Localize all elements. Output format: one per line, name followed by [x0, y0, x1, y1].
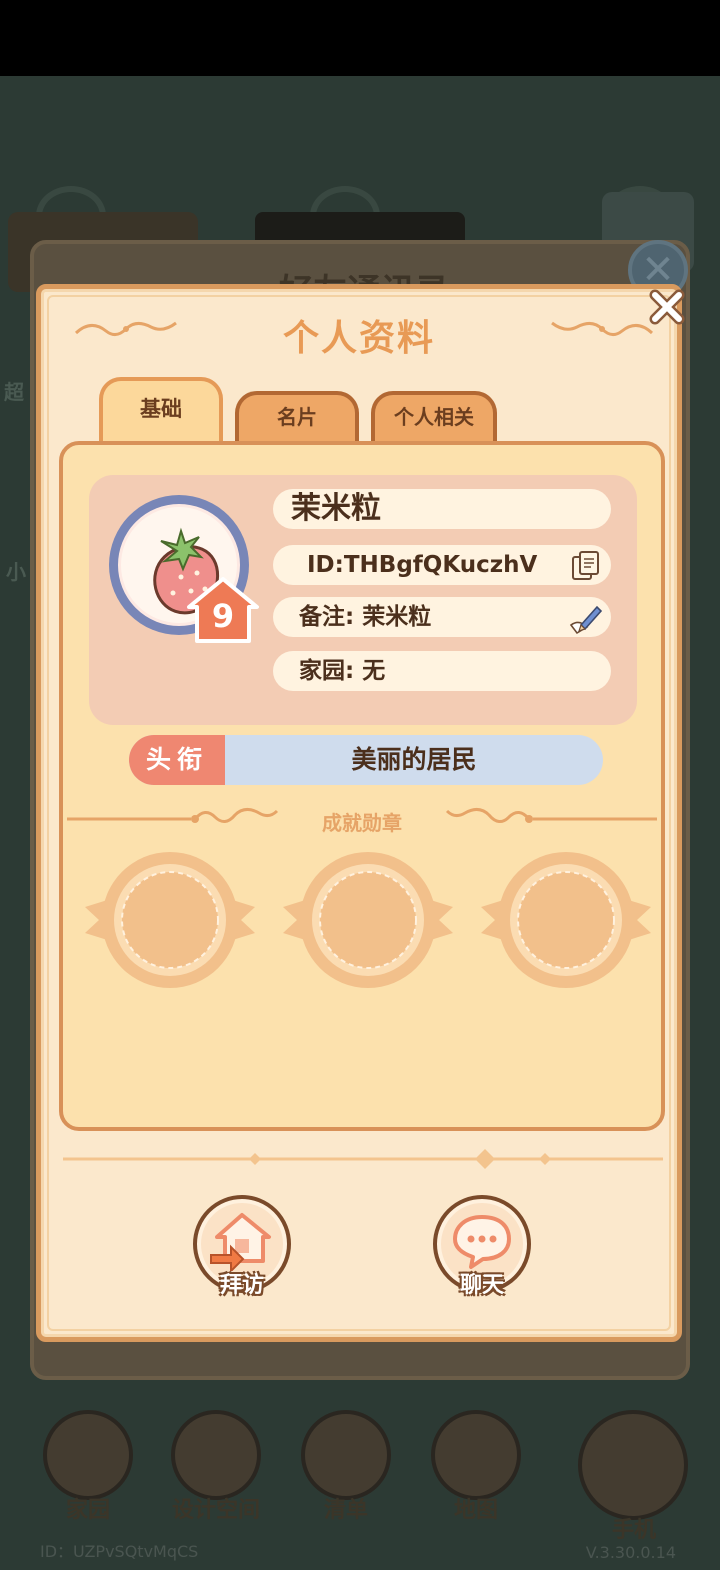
badge-slot-icon — [85, 852, 255, 988]
player-id: ID:THBgfQKuczhV — [307, 552, 538, 578]
phone-icon — [578, 1410, 688, 1520]
background-side-label: 超 — [4, 380, 24, 404]
tab-basic[interactable]: 基础 — [99, 377, 223, 443]
player-title-bar: 头衔 美丽的居民 — [129, 735, 603, 785]
player-name: 茉米粒 — [273, 489, 611, 529]
achievements-header: 成就勋章 — [63, 801, 661, 841]
background-nav-label: 手机 — [611, 1518, 656, 1543]
badge-slot-icon — [481, 852, 651, 988]
title-label: 头衔 — [129, 735, 225, 785]
title-flourish-icon — [551, 321, 654, 336]
profile-content-panel: 9 茉米粒 ID:THBgfQKuczhV 备注: 茉米粒 家园: 无 头衔 美… — [59, 441, 665, 1131]
background-version: V.3.30.0.14 — [585, 1543, 676, 1562]
chat-bubble-icon — [453, 1215, 511, 1269]
profile-box: 9 茉米粒 ID:THBgfQKuczhV 备注: 茉米粒 家园: 无 — [89, 475, 637, 725]
visit-label: 拜访 — [219, 1273, 264, 1298]
background-nav-item: 地图 — [428, 1410, 524, 1524]
home-icon — [43, 1410, 133, 1500]
background-nav-item: 清单 — [298, 1410, 394, 1524]
map-icon — [431, 1410, 521, 1500]
background-nav-label: 设计空间 — [171, 1498, 260, 1523]
avatar[interactable]: 9 — [109, 495, 259, 643]
level-badge: 9 — [185, 575, 261, 645]
tab-card[interactable]: 名片 — [235, 391, 359, 443]
achievement-badge-slot[interactable] — [283, 845, 453, 995]
visit-home-icon — [210, 1213, 271, 1271]
status-bar — [0, 0, 720, 76]
background-nav-item: 设计空间 — [168, 1410, 264, 1524]
edit-pencil-icon[interactable] — [569, 601, 603, 635]
home-row: 家园: 无 — [273, 651, 611, 691]
achievement-badge-slot[interactable] — [481, 845, 651, 995]
background-nav-item: 手机 — [578, 1410, 688, 1544]
background-nav-label: 地图 — [453, 1498, 498, 1523]
badge-slot-icon — [283, 852, 453, 988]
close-icon[interactable] — [645, 285, 689, 329]
remark-row: 备注: 茉米粒 — [273, 597, 611, 637]
design-icon — [171, 1410, 261, 1500]
profile-dialog: 个人资料 基础 名片 个人相关 9 茉米粒 ID:THBgfQKuczhV 备注… — [36, 284, 685, 1342]
chat-button[interactable]: 聊天 — [433, 1195, 531, 1298]
title-value: 美丽的居民 — [351, 745, 477, 774]
tab-personal[interactable]: 个人相关 — [371, 391, 497, 443]
achievement-badge-slot[interactable] — [85, 845, 255, 995]
background-user-id: ID：UZPvSQtvMqCS — [40, 1542, 199, 1561]
game-screen: 超 小 好友通讯录 ✕ 家园 设计空间 清单 地图 — [0, 0, 720, 1570]
chat-label: 聊天 — [459, 1273, 504, 1298]
level-number: 9 — [211, 597, 235, 635]
player-id-row: ID:THBgfQKuczhV — [273, 545, 611, 585]
background-nav-label: 家园 — [65, 1498, 110, 1523]
remark-text: 备注: 茉米粒 — [299, 604, 432, 630]
copy-icon[interactable] — [569, 549, 603, 583]
background-side-label: 小 — [6, 560, 26, 584]
achievements-label: 成就勋章 — [322, 811, 402, 835]
background-nav-label: 清单 — [323, 1498, 368, 1523]
background-nav-item: 家园 — [40, 1410, 136, 1524]
bottom-divider-icon — [63, 1149, 663, 1169]
list-icon — [301, 1410, 391, 1500]
visit-button[interactable]: 拜访 — [193, 1195, 291, 1298]
